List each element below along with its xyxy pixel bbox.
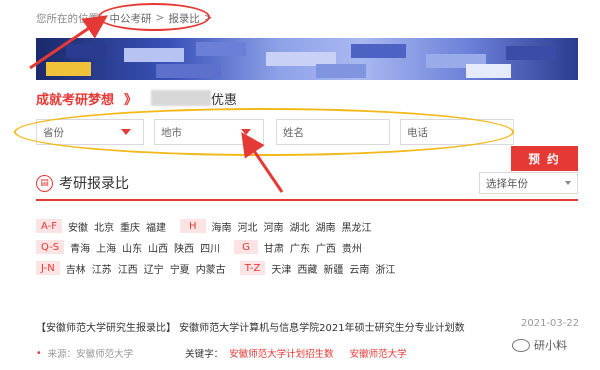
province-link[interactable]: 江西 <box>118 261 138 276</box>
annotation-ellipse-form <box>14 108 514 156</box>
province-link[interactable]: 西藏 <box>297 261 317 276</box>
province-link[interactable]: 山西 <box>148 240 168 255</box>
banner-image[interactable] <box>36 38 578 80</box>
province-link[interactable]: 海南 <box>212 219 232 234</box>
annotation-ellipse-breadcrumb <box>98 3 210 31</box>
group-tag: H <box>179 219 206 233</box>
province-link[interactable]: 北京 <box>94 219 114 234</box>
watermark: 研小料 <box>512 337 567 353</box>
province-link[interactable]: 福建 <box>146 219 166 234</box>
section-title: 考研报录比 <box>59 176 129 192</box>
province-link[interactable]: 广西 <box>316 240 336 255</box>
province-link[interactable]: 四川 <box>200 240 220 255</box>
province-link[interactable]: 贵州 <box>342 240 362 255</box>
province-link[interactable]: 安徽 <box>68 219 88 234</box>
group-tag: G <box>234 240 258 254</box>
group-tag: T-Z <box>239 261 266 275</box>
group-tag: A-F <box>36 219 62 233</box>
province-link[interactable]: 云南 <box>349 261 369 276</box>
keyword-link[interactable]: 安徽师范大学 <box>350 346 407 360</box>
province-link[interactable]: 重庆 <box>120 219 140 234</box>
province-link[interactable]: 黑龙江 <box>342 219 372 234</box>
news-title[interactable]: 【安徽师范大学研究生报录比】 安徽师范大学计算机与信息学院2021年硕士研究生分… <box>36 318 465 334</box>
news-meta: • 来源：安徽师范大学 关键字： 安徽师范大学计划招生数 安徽师范大学 <box>36 346 417 361</box>
province-row: A-F 安徽 北京 重庆 福建 H 海南 河北 河南 湖北 湖南 黑龙江 <box>36 218 378 234</box>
promo-title: 成就考研梦想 <box>36 92 115 108</box>
promo-line: 成就考研梦想 》 优惠 <box>36 88 237 108</box>
bullet-icon: • <box>36 347 42 359</box>
province-link[interactable]: 青海 <box>70 240 90 255</box>
reserve-button[interactable]: 预 约 <box>511 146 578 171</box>
province-row: J-N 吉林 江苏 江西 辽宁 宁夏 内蒙古 T-Z 天津 西藏 新疆 云南 浙… <box>36 260 401 276</box>
province-row: Q-S 青海 上海 山东 山西 陕西 四川 G 甘肃 广东 广西 贵州 <box>36 239 368 255</box>
province-link[interactable]: 宁夏 <box>170 261 190 276</box>
province-link[interactable]: 山东 <box>122 240 142 255</box>
province-link[interactable]: 河北 <box>238 219 258 234</box>
province-link[interactable]: 湖南 <box>316 219 336 234</box>
province-link[interactable]: 新疆 <box>323 261 343 276</box>
news-source: 来源：安徽师范大学 <box>47 349 134 360</box>
document-icon: ▤ <box>36 174 53 192</box>
keywords-label: 关键字： <box>185 349 224 360</box>
section-heading: ▤ 考研报录比 <box>36 172 129 194</box>
wechat-icon <box>512 338 530 352</box>
promo-redacted-text <box>151 90 212 106</box>
province-link[interactable]: 广东 <box>290 240 310 255</box>
year-select[interactable]: 选择年份 <box>479 172 578 194</box>
chevron-right-icon: 》 <box>124 92 138 108</box>
caret-down-icon <box>565 181 571 185</box>
province-link[interactable]: 上海 <box>96 240 116 255</box>
year-select-label: 选择年份 <box>486 177 528 190</box>
province-link[interactable]: 内蒙古 <box>196 261 226 276</box>
keyword-link[interactable]: 安徽师范大学计划招生数 <box>229 346 334 360</box>
promo-suffix: 优惠 <box>211 92 238 108</box>
province-link[interactable]: 辽宁 <box>144 261 164 276</box>
province-link[interactable]: 江苏 <box>92 261 112 276</box>
province-link[interactable]: 陕西 <box>174 240 194 255</box>
watermark-text: 研小料 <box>534 339 567 352</box>
province-link[interactable]: 浙江 <box>375 261 395 276</box>
group-tag: J-N <box>36 261 60 275</box>
province-link[interactable]: 湖北 <box>290 219 310 234</box>
news-date: 2021-03-22 <box>521 318 580 329</box>
province-link[interactable]: 天津 <box>271 261 291 276</box>
province-link[interactable]: 河南 <box>264 219 284 234</box>
group-tag: Q-S <box>36 240 65 254</box>
province-link[interactable]: 甘肃 <box>264 240 284 255</box>
section-divider <box>36 199 578 201</box>
province-link[interactable]: 吉林 <box>66 261 86 276</box>
